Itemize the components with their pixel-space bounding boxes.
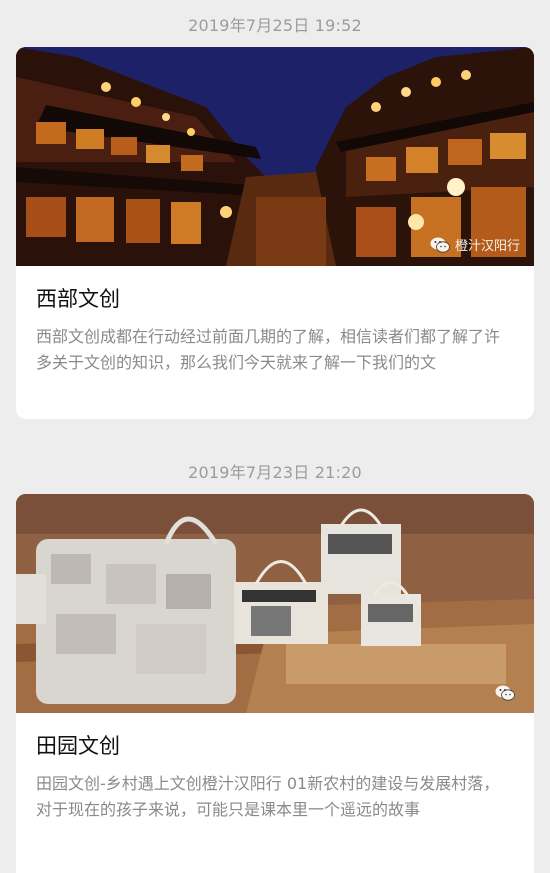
wechat-icon — [495, 685, 515, 701]
article-cover-image — [16, 494, 534, 713]
wechat-icon — [430, 237, 450, 253]
article-description: 田园文创-乡村遇上文创橙汁汉阳行 01新农村的建设与发展村落，对于现在的孩子来说… — [36, 774, 500, 819]
source-watermark: 橙汁汉阳行 — [430, 235, 520, 254]
article-card[interactable]: 橙汁汉阳行 西部文创 西部文创成都在行动经过前面几期的了解，相信读者们都了解了许… — [16, 47, 534, 419]
article-title[interactable]: 田园文创 — [36, 731, 514, 761]
source-watermark — [495, 685, 520, 701]
article-cover-image: 橙汁汉阳行 — [16, 47, 534, 266]
article-title[interactable]: 西部文创 — [36, 284, 514, 314]
article-timestamp: 2019年7月25日 19:52 — [188, 16, 362, 35]
article-description: 西部文创成都在行动经过前面几期的了解，相信读者们都了解了许多关于文创的知识，那么… — [36, 327, 501, 372]
watermark-text: 橙汁汉阳行 — [454, 239, 520, 254]
article-card[interactable]: 田园文创 田园文创-乡村遇上文创橙汁汉阳行 01新农村的建设与发展村落，对于现在… — [16, 494, 534, 873]
article-timestamp: 2019年7月23日 21:20 — [188, 463, 362, 482]
